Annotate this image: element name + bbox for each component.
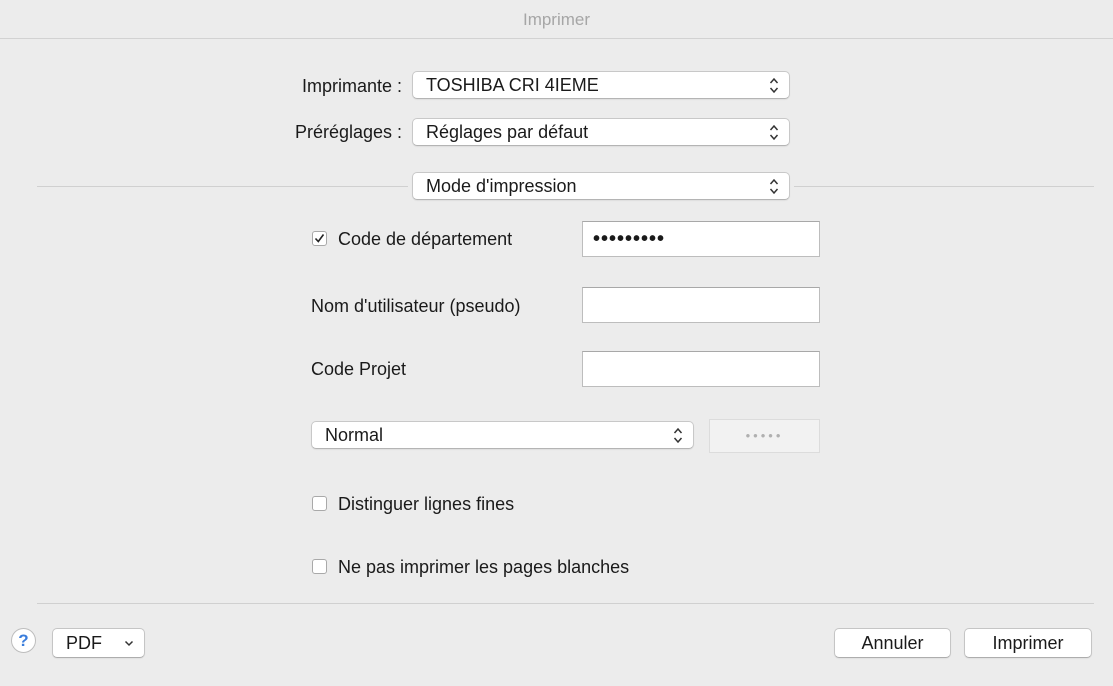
username-label: Nom d'utilisateur (pseudo)	[311, 296, 521, 316]
chevron-down-icon	[124, 640, 134, 647]
question-mark-icon: ?	[18, 631, 29, 650]
section-separator-left	[37, 186, 408, 187]
up-down-arrows-icon	[769, 124, 779, 141]
up-down-arrows-icon	[769, 178, 779, 195]
mode-secondary-field: •••••	[709, 419, 820, 453]
section-separator-right	[794, 186, 1094, 187]
window-title: Imprimer	[0, 0, 1113, 39]
printer-label: Imprimante :	[301, 76, 402, 96]
pdf-label: PDF	[66, 633, 102, 653]
up-down-arrows-icon	[673, 427, 683, 444]
project-code-field[interactable]	[582, 351, 820, 387]
checkmark-icon	[314, 234, 325, 243]
project-code-label: Code Projet	[311, 359, 407, 379]
department-code-label[interactable]: Code de département	[338, 229, 512, 250]
presets-popup[interactable]: Réglages par défaut	[412, 118, 790, 146]
section-value: Mode d'impression	[426, 176, 577, 196]
printer-popup[interactable]: TOSHIBA CRI 4IEME	[412, 71, 790, 99]
pdf-menu-button[interactable]: PDF	[52, 628, 145, 658]
help-button[interactable]: ?	[11, 628, 36, 653]
printer-value: TOSHIBA CRI 4IEME	[426, 75, 599, 95]
print-button[interactable]: Imprimer	[964, 628, 1092, 658]
skip-blank-label[interactable]: Ne pas imprimer les pages blanches	[338, 557, 629, 578]
thin-lines-label[interactable]: Distinguer lignes fines	[338, 494, 514, 515]
thin-lines-checkbox[interactable]	[312, 496, 327, 511]
mode-value: Normal	[325, 425, 384, 445]
cancel-button[interactable]: Annuler	[834, 628, 951, 658]
section-popup[interactable]: Mode d'impression	[412, 172, 790, 200]
footer-separator	[37, 603, 1094, 604]
presets-value: Réglages par défaut	[426, 122, 589, 142]
up-down-arrows-icon	[769, 77, 779, 94]
department-code-field[interactable]: •••••••••	[582, 221, 820, 257]
username-field[interactable]	[582, 287, 820, 323]
department-code-checkbox[interactable]	[312, 231, 327, 246]
mode-popup[interactable]: Normal	[311, 421, 694, 449]
skip-blank-checkbox[interactable]	[312, 559, 327, 574]
presets-label: Préréglages :	[294, 122, 402, 142]
